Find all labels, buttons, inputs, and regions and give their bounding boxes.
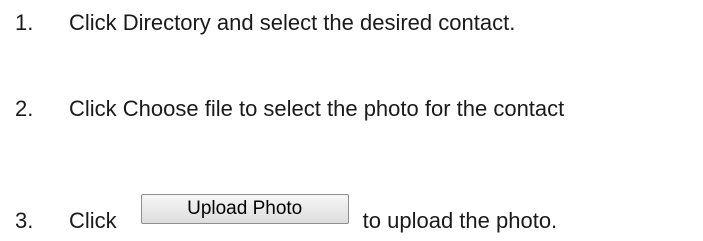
step-text: Click Choose file to select the photo fo… [69, 96, 565, 121]
step-text: Click Directory and select the desired c… [69, 10, 516, 35]
step-number: 2. [15, 96, 34, 121]
step-text-line: Click Upload Photo to upload the photo. [69, 194, 558, 238]
step-number: 1. [15, 10, 34, 35]
upload-photo-button[interactable]: Upload Photo [140, 194, 349, 224]
step-text-before: Click [69, 208, 117, 233]
step-number: 3. [15, 208, 34, 233]
step-text-after: to upload the photo. [362, 208, 558, 233]
